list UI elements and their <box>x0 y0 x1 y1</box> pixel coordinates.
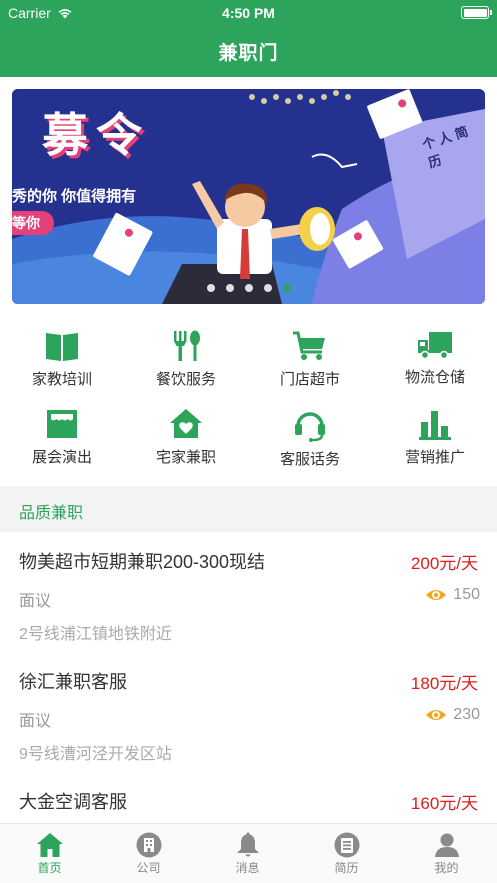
category-retail[interactable]: 门店超市 <box>248 330 372 389</box>
category-label: 物流仓储 <box>404 369 465 386</box>
job-views: 230 <box>425 706 480 724</box>
category-label: 餐饮服务 <box>155 371 216 388</box>
truck-icon <box>418 332 452 360</box>
job-location: 2号线浦江镇地铁附近 <box>19 626 172 643</box>
job-pay: 160元/天 <box>410 794 478 813</box>
tab-bar: 首页 公司 消息 简历 我的 <box>0 823 497 883</box>
eye-icon <box>426 710 447 720</box>
page-title: 兼职门 <box>218 43 279 64</box>
bell-icon <box>236 832 259 857</box>
view-count: 230 <box>453 706 480 723</box>
tab-resume[interactable]: 简历 <box>297 824 396 883</box>
resume-icon <box>334 832 359 858</box>
user-icon <box>434 833 459 857</box>
carousel-dot[interactable] <box>206 284 215 292</box>
banner-subline: 秀的你 你值得拥有 <box>12 188 137 205</box>
carousel-dot[interactable] <box>263 284 272 292</box>
banner-tag: 等你 <box>12 211 54 235</box>
list-item[interactable]: 大金空调客服 160元/天 <box>0 772 497 823</box>
job-salary: 面议 <box>19 593 52 610</box>
job-views: 150 <box>425 586 480 604</box>
category-label: 宅家兼职 <box>155 449 216 466</box>
category-grid: 家教培训 餐饮服务 门店超市 物流仓储 展会演出 宅家兼职 客服话务 营销推广 <box>0 322 497 482</box>
bar-chart-icon <box>419 411 451 440</box>
category-customer-service[interactable]: 客服话务 <box>248 408 372 469</box>
job-title: 大金空调客服 <box>19 792 127 812</box>
home-heart-icon <box>170 409 202 438</box>
category-exhibition[interactable]: 展会演出 <box>0 408 124 467</box>
clock: 4:50 PM <box>222 5 275 21</box>
banner-carousel[interactable]: 募令 秀的你 你值得拥有 等你 个人简历 <box>12 89 485 304</box>
tab-profile[interactable]: 我的 <box>396 824 497 883</box>
shopping-cart-icon <box>293 331 325 360</box>
tab-company[interactable]: 公司 <box>99 824 198 883</box>
category-logistics[interactable]: 物流仓储 <box>373 330 497 387</box>
category-tutoring[interactable]: 家教培训 <box>0 330 124 389</box>
job-title: 物美超市短期兼职200-300现结 <box>19 552 266 572</box>
list-item[interactable]: 物美超市短期兼职200-300现结 200元/天 面议 150 2号线浦江镇地铁… <box>0 532 497 652</box>
category-label: 门店超市 <box>279 371 340 388</box>
category-label: 展会演出 <box>31 449 92 466</box>
category-remote[interactable]: 宅家兼职 <box>124 408 248 467</box>
tab-label: 简历 <box>334 861 359 875</box>
company-icon <box>136 832 161 858</box>
section-header: 品质兼职 <box>0 486 497 532</box>
book-icon <box>46 333 78 361</box>
status-bar: Carrier 4:50 PM <box>0 0 497 26</box>
job-location: 9号线漕河泾开发区站 <box>19 746 172 763</box>
job-pay: 200元/天 <box>410 554 478 573</box>
tab-messages[interactable]: 消息 <box>198 824 297 883</box>
category-label: 客服话务 <box>279 451 340 468</box>
category-label: 家教培训 <box>31 371 92 388</box>
home-icon <box>36 833 63 857</box>
tab-label: 消息 <box>235 861 260 875</box>
job-pay: 180元/天 <box>410 674 478 693</box>
category-marketing[interactable]: 营销推广 <box>373 408 497 467</box>
view-count: 150 <box>453 586 480 603</box>
carousel-dot[interactable] <box>244 284 253 292</box>
headset-icon <box>295 412 325 442</box>
section-title: 品质兼职 <box>19 505 84 522</box>
carousel-dot-active[interactable] <box>282 284 291 292</box>
job-salary: 面议 <box>19 713 52 730</box>
category-catering[interactable]: 餐饮服务 <box>124 330 248 389</box>
list-item[interactable]: 徐汇兼职客服 180元/天 面议 230 9号线漕河泾开发区站 <box>0 652 497 772</box>
job-title: 徐汇兼职客服 <box>19 672 127 692</box>
tab-label: 我的 <box>434 861 459 875</box>
category-label: 营销推广 <box>404 449 465 466</box>
tab-label: 首页 <box>37 861 62 875</box>
tab-label: 公司 <box>136 861 161 875</box>
fork-spoon-icon <box>174 330 200 361</box>
banner-headline: 募令 <box>42 108 150 162</box>
carousel-dot[interactable] <box>225 284 234 292</box>
carousel-indicator <box>12 284 485 292</box>
battery-icon <box>461 6 492 19</box>
stage-icon <box>47 410 77 438</box>
app-header: Carrier 4:50 PM 兼职门 <box>0 0 497 77</box>
tab-home[interactable]: 首页 <box>0 824 99 883</box>
eye-icon <box>426 590 447 600</box>
